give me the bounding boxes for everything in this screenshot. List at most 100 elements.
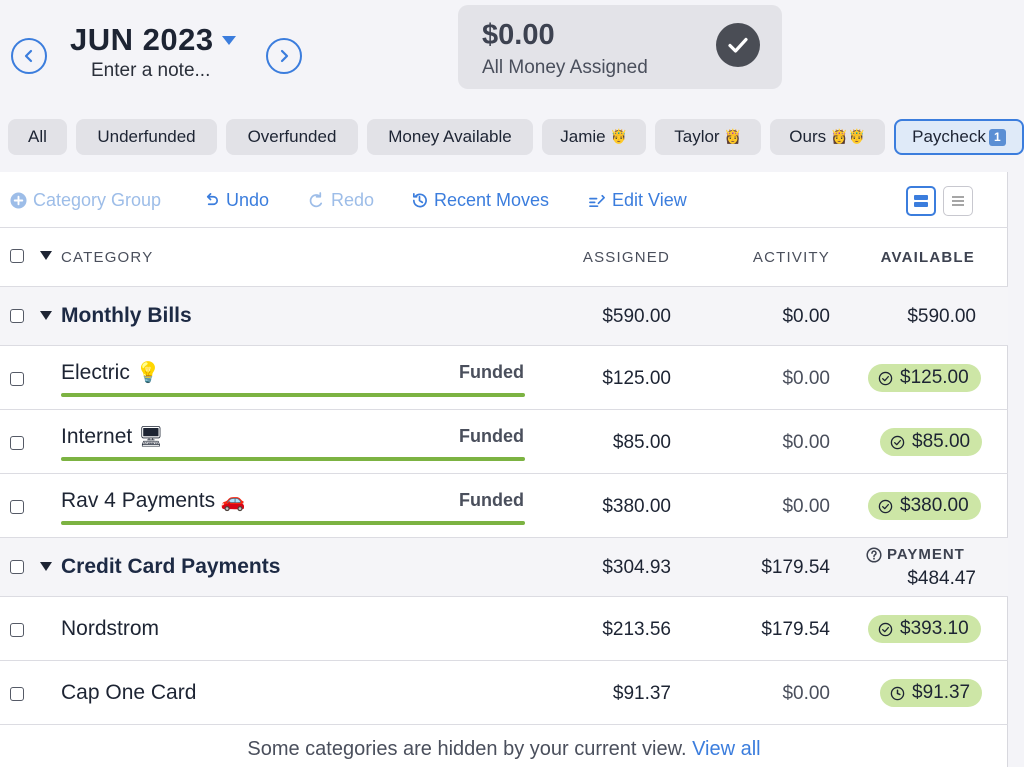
- category-row[interactable]: Internet 🖥 Funded $85.00 $0.00 $85.00: [0, 410, 1008, 474]
- row-checkbox[interactable]: [10, 500, 24, 514]
- add-category-group-button[interactable]: Category Group: [10, 190, 161, 211]
- group-collapse-caret-icon[interactable]: [40, 311, 52, 320]
- car-emoji-icon: 🚗: [220, 488, 246, 512]
- category-column-header: CATEGORY: [61, 249, 154, 266]
- activity-amount[interactable]: $0.00: [700, 368, 830, 390]
- edit-lines-icon: [589, 194, 605, 208]
- budget-toolbar: Category Group Undo Redo Recent Moves Ed…: [0, 172, 1008, 228]
- budget-header: JUN 2023 Enter a note... $0.00 All Money…: [0, 0, 1024, 108]
- category-name[interactable]: Internet 🖥: [61, 424, 163, 449]
- funding-status: Funded: [459, 490, 524, 510]
- available-pill[interactable]: $85.00: [880, 428, 983, 456]
- comfortable-view-button[interactable]: [906, 186, 936, 216]
- category-row[interactable]: Nordstrom $213.56 $179.54 $393.10: [0, 597, 1008, 661]
- toolbar-label: Edit View: [612, 190, 687, 210]
- category-row[interactable]: Rav 4 Payments 🚗 Funded $380.00 $0.00 $3…: [0, 474, 1008, 538]
- group-assigned: $590.00: [602, 306, 671, 327]
- category-row[interactable]: Electric 💡 Funded $125.00 $0.00 $125.00: [0, 346, 1008, 410]
- group-available: $590.00: [907, 306, 976, 327]
- redo-button[interactable]: Redo: [308, 190, 374, 211]
- available-amount: $380.00: [900, 495, 969, 516]
- filter-label: Money Available: [388, 127, 512, 146]
- available-amount: $91.37: [912, 682, 971, 703]
- filter-ours-chip[interactable]: Ours 👸🤴: [770, 119, 885, 155]
- row-checkbox[interactable]: [10, 436, 24, 450]
- row-checkbox[interactable]: [10, 372, 24, 386]
- available-pill[interactable]: $91.37: [880, 679, 983, 707]
- filter-overfunded-chip[interactable]: Overfunded: [226, 119, 358, 155]
- row-checkbox[interactable]: [10, 560, 24, 574]
- category-label: Internet: [61, 425, 133, 448]
- available-pill[interactable]: $380.00: [868, 492, 981, 520]
- assigned-amount[interactable]: $91.37: [540, 683, 671, 705]
- filter-jamie-chip[interactable]: Jamie 🤴: [542, 119, 646, 155]
- compact-view-button[interactable]: [943, 186, 973, 216]
- month-dropdown-caret-icon[interactable]: [222, 36, 236, 45]
- group-available: $484.47: [907, 568, 976, 589]
- filter-underfunded-chip[interactable]: Underfunded: [76, 119, 217, 155]
- check-circle-icon: [878, 499, 893, 513]
- collapse-all-caret-icon[interactable]: [40, 251, 52, 260]
- row-checkbox[interactable]: [10, 623, 24, 637]
- prince-emoji-icon: 🤴: [610, 129, 628, 145]
- assigned-amount[interactable]: $213.56: [540, 619, 671, 641]
- check-circle-icon: [878, 622, 893, 636]
- funding-status: Funded: [459, 426, 524, 446]
- row-checkbox[interactable]: [10, 309, 24, 323]
- assigned-amount[interactable]: $380.00: [540, 496, 671, 518]
- category-group-row[interactable]: Credit Card Payments $304.93 $179.54 PAY…: [0, 538, 1008, 597]
- group-assigned: $304.93: [602, 557, 671, 578]
- category-row[interactable]: Cap One Card $91.37 $0.00 $91.37: [0, 661, 1008, 725]
- filter-all-chip[interactable]: All: [8, 119, 67, 155]
- filter-money-available-chip[interactable]: Money Available: [367, 119, 533, 155]
- available-pill[interactable]: $125.00: [868, 364, 981, 392]
- activity-amount[interactable]: $0.00: [700, 432, 830, 454]
- funding-status: Funded: [459, 362, 524, 382]
- view-all-link[interactable]: View all: [692, 738, 761, 760]
- ready-to-assign-box[interactable]: $0.00 All Money Assigned: [458, 5, 782, 89]
- available-pill[interactable]: $393.10: [868, 615, 981, 643]
- chevron-left-icon: [24, 49, 33, 63]
- group-name[interactable]: Credit Card Payments: [61, 555, 280, 579]
- assigned-amount[interactable]: $125.00: [540, 368, 671, 390]
- group-activity: $0.00: [782, 306, 830, 327]
- filter-paycheck-chip[interactable]: Paycheck 1: [894, 119, 1024, 155]
- category-name[interactable]: Cap One Card: [61, 681, 196, 705]
- ready-to-assign-label: All Money Assigned: [482, 57, 648, 78]
- filter-label: Ours: [789, 127, 827, 146]
- next-month-button[interactable]: [266, 38, 302, 74]
- plus-circle-icon: [10, 192, 27, 209]
- toolbar-label: Redo: [331, 190, 375, 210]
- activity-amount[interactable]: $0.00: [700, 683, 830, 705]
- category-name[interactable]: Electric 💡: [61, 360, 161, 385]
- month-title[interactable]: JUN 2023: [70, 22, 214, 58]
- filter-label: Underfunded: [97, 127, 196, 146]
- group-name[interactable]: Monthly Bills: [61, 304, 192, 328]
- edit-view-button[interactable]: Edit View: [589, 190, 687, 211]
- check-circle-icon: [878, 371, 893, 385]
- undo-button[interactable]: Undo: [203, 190, 269, 211]
- assigned-amount[interactable]: $85.00: [540, 432, 671, 454]
- undo-icon: [206, 193, 219, 206]
- select-all-checkbox[interactable]: [10, 249, 24, 263]
- activity-amount[interactable]: $0.00: [700, 496, 830, 518]
- row-checkbox[interactable]: [10, 687, 24, 701]
- redo-icon: [309, 192, 323, 208]
- toolbar-label: Recent Moves: [434, 190, 550, 210]
- category-group-row[interactable]: Monthly Bills $590.00 $0.00 $590.00: [0, 287, 1008, 346]
- recent-moves-button[interactable]: Recent Moves: [411, 190, 549, 211]
- filter-label: Paycheck: [912, 127, 986, 146]
- hidden-categories-notice: Some categories are hidden by your curre…: [0, 738, 1008, 761]
- toolbar-label: Category Group: [33, 190, 162, 210]
- payment-label[interactable]: PAYMENT: [866, 546, 965, 563]
- group-collapse-caret-icon[interactable]: [40, 562, 52, 571]
- history-clock-icon: [412, 193, 427, 208]
- assigned-column-header: ASSIGNED: [582, 249, 670, 266]
- category-name[interactable]: Rav 4 Payments 🚗: [61, 488, 246, 513]
- category-name[interactable]: Nordstrom: [61, 617, 159, 641]
- funded-progress-bar: [61, 521, 525, 525]
- month-note-input[interactable]: Enter a note...: [91, 60, 210, 82]
- previous-month-button[interactable]: [11, 38, 47, 74]
- activity-amount[interactable]: $179.54: [700, 619, 830, 641]
- filter-taylor-chip[interactable]: Taylor 👸: [655, 119, 761, 155]
